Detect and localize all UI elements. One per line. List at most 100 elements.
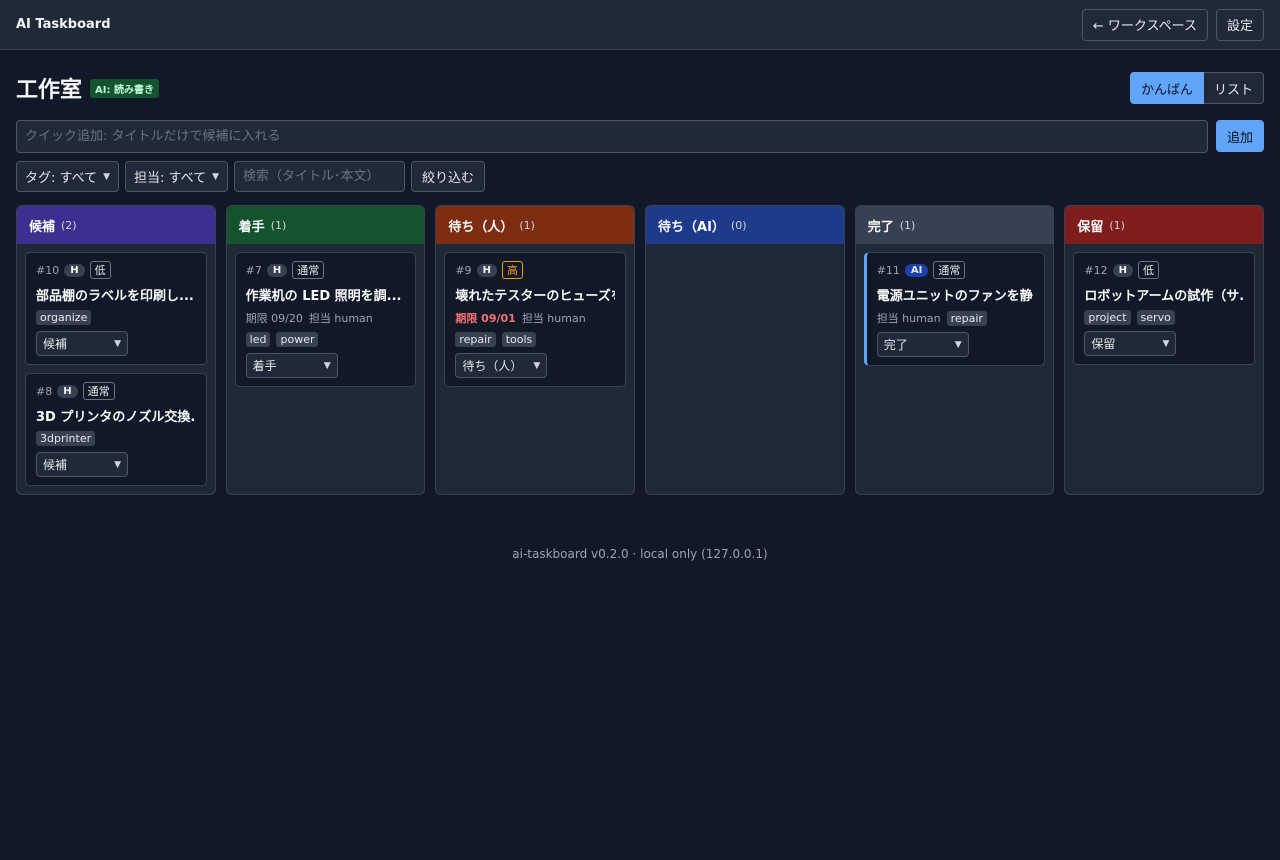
card-id: #7: [245, 263, 262, 277]
status-select[interactable]: 候補 ▼: [36, 331, 128, 356]
task-card[interactable]: #12 H 低 ロボットアームの試作（サ... project servo 保留 ▼: [1073, 252, 1256, 365]
card-id: #9: [455, 263, 472, 277]
search-input[interactable]: [234, 161, 406, 192]
column-header: 待ち（人） (1): [436, 206, 635, 244]
settings-button[interactable]: 設定: [1215, 8, 1264, 41]
tag: tools: [501, 332, 537, 347]
card-title[interactable]: 部品棚のラベルを印刷し...: [36, 285, 196, 304]
column-count: (1): [270, 218, 287, 232]
status-select[interactable]: 候補 ▼: [36, 452, 128, 477]
column: 待ち（AI） (0): [645, 205, 845, 495]
card-title[interactable]: 作業机の LED 照明を調...: [246, 285, 406, 304]
column-header: 完了 (1): [855, 206, 1054, 244]
task-card[interactable]: #10 H 低 部品棚のラベルを印刷し... organize 候補 ▼: [25, 252, 207, 365]
quick-add-row: 追加: [0, 120, 1280, 153]
card-meta: #11 AI 通常: [877, 261, 1035, 279]
status-select[interactable]: 完了 ▼: [876, 332, 969, 357]
tag-filter-value: タグ: すべて: [25, 171, 98, 186]
column-body: [646, 244, 844, 260]
list-view-button[interactable]: リスト: [1203, 72, 1264, 104]
card-title[interactable]: 3D プリンタのノズル交換...: [36, 406, 196, 425]
actor-badge: H: [476, 263, 497, 277]
tag: organize: [36, 310, 92, 325]
status-select[interactable]: 保留 ▼: [1084, 331, 1177, 356]
assignee: 担当 human: [308, 312, 373, 325]
top-actions: ← ワークスペース 設定: [1081, 8, 1264, 41]
chevron-down-icon: ▼: [114, 459, 121, 470]
chevron-down-icon: ▼: [212, 171, 220, 182]
assignee: 担当 human: [876, 312, 941, 325]
kanban-view-button[interactable]: かんばん: [1129, 72, 1204, 104]
priority-badge: 低: [89, 261, 111, 279]
title-wrap: 工作室 AI: 読み書き: [16, 72, 159, 104]
task-card[interactable]: #8 H 通常 3D プリンタのノズル交換... 3dprinter 候補 ▼: [25, 373, 207, 486]
tag: project: [1084, 310, 1131, 325]
card-meta: #8 H 通常: [36, 382, 196, 400]
status-select[interactable]: 着手 ▼: [245, 353, 338, 378]
priority-badge: 通常: [82, 382, 115, 400]
status-select[interactable]: 待ち（人） ▼: [455, 353, 548, 378]
card-title[interactable]: 電源ユニットのファンを静...: [877, 285, 1035, 304]
column-body: #7 H 通常 作業机の LED 照明を調... 期限 09/20 担当 human…: [227, 244, 425, 395]
tag-list: project servo: [1084, 310, 1244, 325]
priority-badge: 高: [501, 261, 523, 279]
chevron-down-icon: ▼: [533, 360, 541, 371]
card-meta: #12 H 低: [1084, 261, 1244, 279]
column: 着手 (1) #7 H 通常 作業机の LED 照明を調... 期限 09/20 担当…: [225, 205, 426, 495]
view-toggle: かんばん リスト: [1129, 72, 1264, 104]
chevron-down-icon: ▼: [323, 360, 331, 371]
due-date: 期限 09/20: [245, 312, 303, 325]
card-meta: #9 H 高: [455, 261, 615, 279]
tag: repair: [946, 310, 987, 326]
card-title[interactable]: ロボットアームの試作（サ...: [1084, 285, 1244, 304]
card-id: #8: [36, 384, 53, 398]
app-brand: AI Taskboard: [16, 17, 111, 32]
task-card[interactable]: #11 AI 通常 電源ユニットのファンを静... 担当 human repair …: [863, 252, 1046, 366]
column-body: #9 H 高 壊れたテスターのヒューズを... 期限 09/01 担当 human r…: [436, 244, 634, 395]
column-name: 待ち（人）: [448, 219, 514, 235]
page-header: 工作室 AI: 読み書き かんばん リスト: [0, 72, 1280, 104]
workspace-button[interactable]: ← ワークスペース: [1081, 8, 1208, 41]
card-id: #11: [876, 263, 900, 277]
status-value: 待ち（人）: [462, 359, 523, 373]
card-title[interactable]: 壊れたテスターのヒューズを...: [455, 285, 615, 304]
tag-filter-select[interactable]: タグ: すべて ▼: [16, 161, 120, 192]
card-id: #10: [36, 263, 60, 277]
due-date: 期限 09/01: [455, 312, 516, 325]
tag: power: [276, 332, 319, 347]
tag-list: organize: [36, 310, 196, 325]
column-name: 完了: [867, 219, 894, 235]
tag: servo: [1136, 310, 1175, 325]
column-count: (2): [61, 218, 77, 232]
ai-access-badge: AI: 読み書き: [90, 78, 159, 98]
column-body: #12 H 低 ロボットアームの試作（サ... project servo 保留 ▼: [1065, 244, 1263, 373]
column-body: #10 H 低 部品棚のラベルを印刷し... organize 候補 ▼ #8 H…: [17, 244, 215, 494]
column-body: #11 AI 通常 電源ユニットのファンを静... 担当 human repair …: [856, 244, 1054, 374]
column-count: (1): [899, 218, 916, 232]
tag: led: [245, 332, 271, 347]
status-value: 着手: [252, 359, 277, 373]
apply-filter-button[interactable]: 絞り込む: [411, 161, 486, 192]
assignee-filter-select[interactable]: 担当: すべて ▼: [125, 161, 229, 192]
column-name: 候補: [29, 219, 56, 235]
quick-add-input[interactable]: [16, 120, 1208, 153]
status-value: 完了: [883, 338, 908, 352]
tag-list: repair tools: [455, 332, 615, 347]
column-header: 候補 (2): [17, 206, 215, 244]
column: 完了 (1) #11 AI 通常 電源ユニットのファンを静... 担当 human r…: [854, 205, 1055, 495]
assignee: 担当 human: [521, 312, 586, 325]
quick-add-button[interactable]: 追加: [1215, 120, 1264, 152]
column: 待ち（人） (1) #9 H 高 壊れたテスターのヒューズを... 期限 09/01…: [435, 205, 636, 495]
priority-badge: 通常: [933, 261, 966, 279]
column-count: (1): [519, 218, 535, 232]
task-card[interactable]: #9 H 高 壊れたテスターのヒューズを... 期限 09/01 担当 human r…: [444, 252, 627, 387]
actor-badge: H: [64, 263, 85, 277]
column-count: (1): [1109, 218, 1125, 232]
actor-badge: H: [266, 263, 288, 277]
priority-badge: 通常: [292, 261, 325, 279]
task-card[interactable]: #7 H 通常 作業机の LED 照明を調... 期限 09/20 担当 human…: [234, 252, 417, 387]
chevron-down-icon: ▼: [1162, 338, 1170, 349]
tag: 3dprinter: [36, 431, 96, 446]
tag-list: 3dprinter: [36, 431, 196, 446]
column: 候補 (2) #10 H 低 部品棚のラベルを印刷し... organize 候補 …: [16, 205, 216, 495]
